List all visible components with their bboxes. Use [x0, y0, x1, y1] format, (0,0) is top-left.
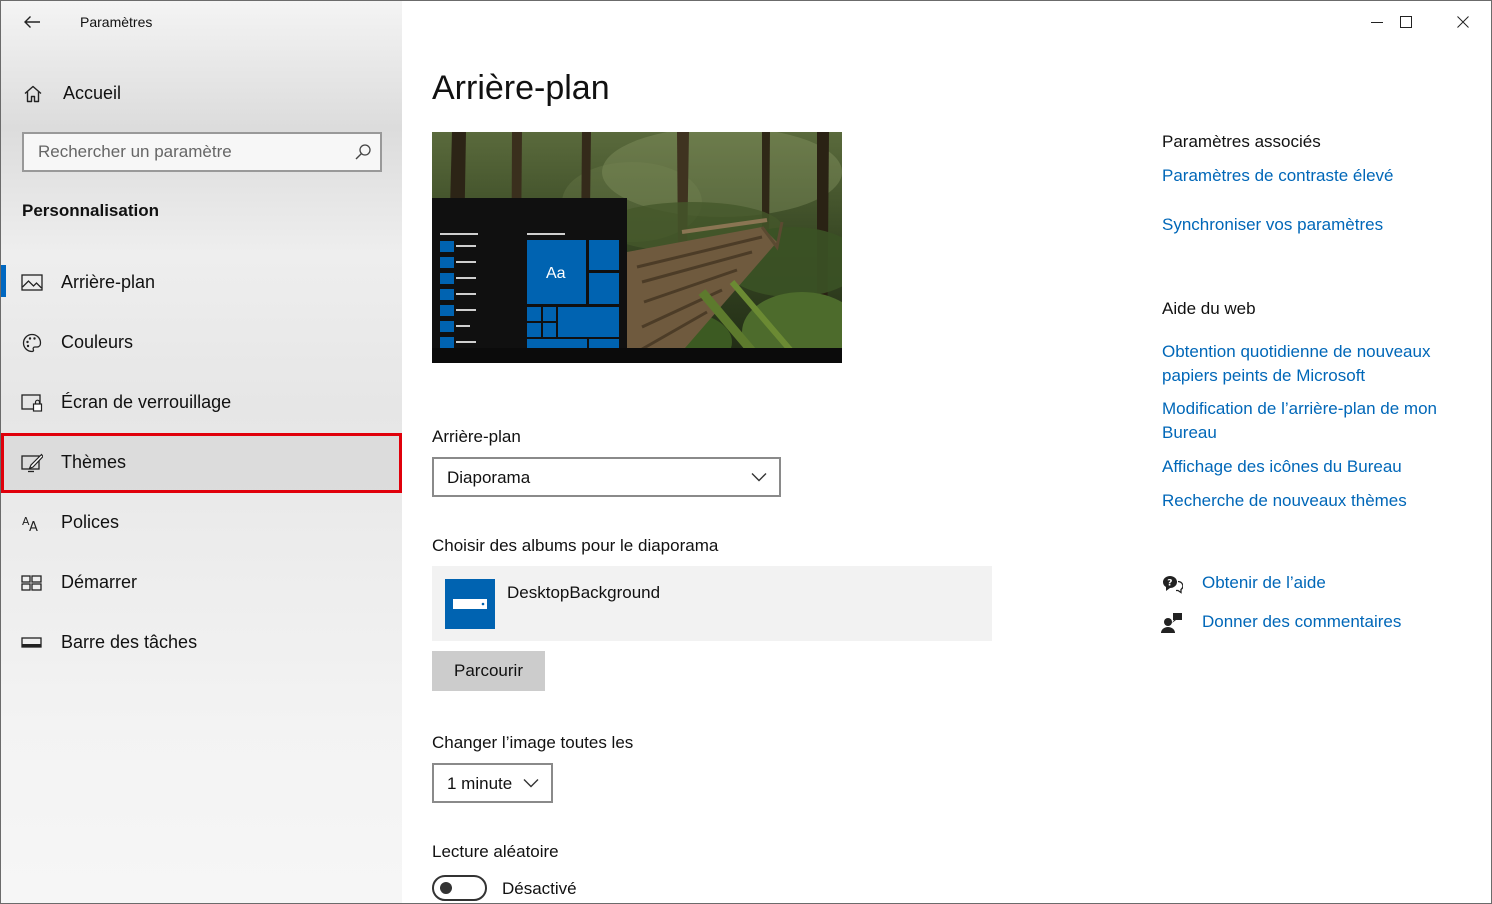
chevron-down-icon: [523, 779, 539, 788]
new-themes-link[interactable]: Recherche de nouveaux thèmes: [1162, 489, 1472, 513]
album-name: DesktopBackground: [507, 583, 661, 602]
search-input[interactable]: [24, 134, 344, 170]
shuffle-toggle[interactable]: [432, 875, 487, 901]
preview-tile-text: Aa: [546, 265, 566, 282]
section-title: Personnalisation: [22, 201, 159, 220]
sidebar-item-label: Démarrer: [61, 572, 138, 592]
back-button[interactable]: [15, 7, 49, 37]
shuffle-state: Désactivé: [502, 879, 577, 898]
sidebar-item-taskbar[interactable]: Barre des tâches: [1, 613, 402, 673]
sidebar: Paramètres Accueil Personnalisation Arri…: [1, 1, 402, 903]
toggle-knob: [440, 882, 452, 894]
svg-text:?: ?: [1167, 579, 1172, 589]
sidebar-home-label: Accueil: [63, 83, 122, 103]
selection-indicator: [1, 265, 6, 297]
interval-dropdown[interactable]: 1 minute: [432, 763, 553, 803]
background-dropdown-value: Diaporama: [447, 468, 531, 487]
start-menu-preview: Aa: [432, 198, 627, 348]
background-label: Arrière-plan: [432, 427, 521, 446]
lock-screen-icon: [21, 394, 43, 412]
get-help-label: Obtenir de l’aide: [1202, 573, 1326, 592]
albums-label: Choisir des albums pour le diaporama: [432, 536, 719, 555]
desktop-icons-link[interactable]: Affichage des icônes du Bureau: [1162, 455, 1472, 479]
interval-dropdown-value: 1 minute: [447, 774, 513, 793]
sync-settings-link[interactable]: Synchroniser vos paramètres: [1162, 213, 1472, 237]
sidebar-item-lock-screen[interactable]: Écran de verrouillage: [1, 373, 402, 433]
related-settings-title: Paramètres associés: [1162, 132, 1321, 151]
picture-icon: [21, 274, 43, 291]
maximize-icon: [1400, 16, 1412, 28]
sidebar-item-colors[interactable]: Couleurs: [1, 313, 402, 373]
preview-large-tile: Aa: [527, 240, 586, 304]
background-dropdown[interactable]: Diaporama: [432, 457, 781, 497]
sidebar-item-start[interactable]: Démarrer: [1, 553, 402, 613]
high-contrast-link[interactable]: Paramètres de contraste élevé: [1162, 164, 1472, 188]
svg-text:A: A: [29, 520, 38, 533]
close-button[interactable]: [1434, 1, 1491, 43]
background-preview: Aa: [432, 132, 842, 363]
feedback-label: Donner des commentaires: [1202, 612, 1402, 631]
preview-list-lines: [440, 233, 480, 348]
home-icon: [24, 85, 42, 103]
album-thumbnail: [445, 579, 495, 629]
drive-icon: [453, 599, 487, 609]
sidebar-item-label: Polices: [61, 512, 120, 532]
shuffle-label: Lecture aléatoire: [432, 842, 559, 861]
sidebar-item-label: Couleurs: [61, 332, 134, 352]
album-item[interactable]: DesktopBackground: [432, 566, 992, 641]
settings-window: Paramètres Accueil Personnalisation Arri…: [0, 0, 1492, 904]
sidebar-item-fonts[interactable]: AA Polices: [1, 493, 402, 553]
app-title: Paramètres: [80, 14, 153, 30]
sidebar-home[interactable]: Accueil: [1, 73, 402, 113]
change-background-link[interactable]: Modification de l’arrière-plan de mon Bu…: [1162, 397, 1462, 445]
daily-wallpapers-link[interactable]: Obtention quotidienne de nouveaux papier…: [1162, 340, 1462, 388]
web-help-title: Aide du web: [1162, 299, 1256, 318]
taskbar-icon: [21, 637, 42, 648]
search-box: [22, 132, 382, 172]
back-arrow-icon: [24, 16, 40, 28]
start-icon: [21, 575, 42, 591]
sidebar-item-label: Arrière-plan: [61, 272, 156, 292]
browse-button[interactable]: Parcourir: [432, 651, 545, 691]
feedback-icon: [1161, 613, 1182, 633]
sidebar-item-label: Thèmes: [61, 452, 127, 472]
help-chat-icon: ?: [1162, 576, 1183, 594]
interval-label: Changer l’image toutes les: [432, 733, 634, 752]
themes-icon: [21, 453, 43, 473]
sidebar-item-label: Barre des tâches: [61, 632, 198, 652]
sidebar-item-background[interactable]: Arrière-plan: [1, 253, 402, 313]
maximize-button[interactable]: [1377, 1, 1435, 43]
chevron-down-icon: [751, 473, 767, 482]
fonts-icon: AA: [22, 515, 38, 533]
close-icon: [1457, 16, 1469, 28]
sidebar-item-label: Écran de verrouillage: [61, 392, 232, 412]
search-icon[interactable]: [354, 143, 372, 161]
palette-icon: [22, 333, 42, 353]
page-title: Arrière-plan: [432, 69, 610, 107]
sidebar-item-themes[interactable]: Thèmes: [1, 433, 402, 493]
